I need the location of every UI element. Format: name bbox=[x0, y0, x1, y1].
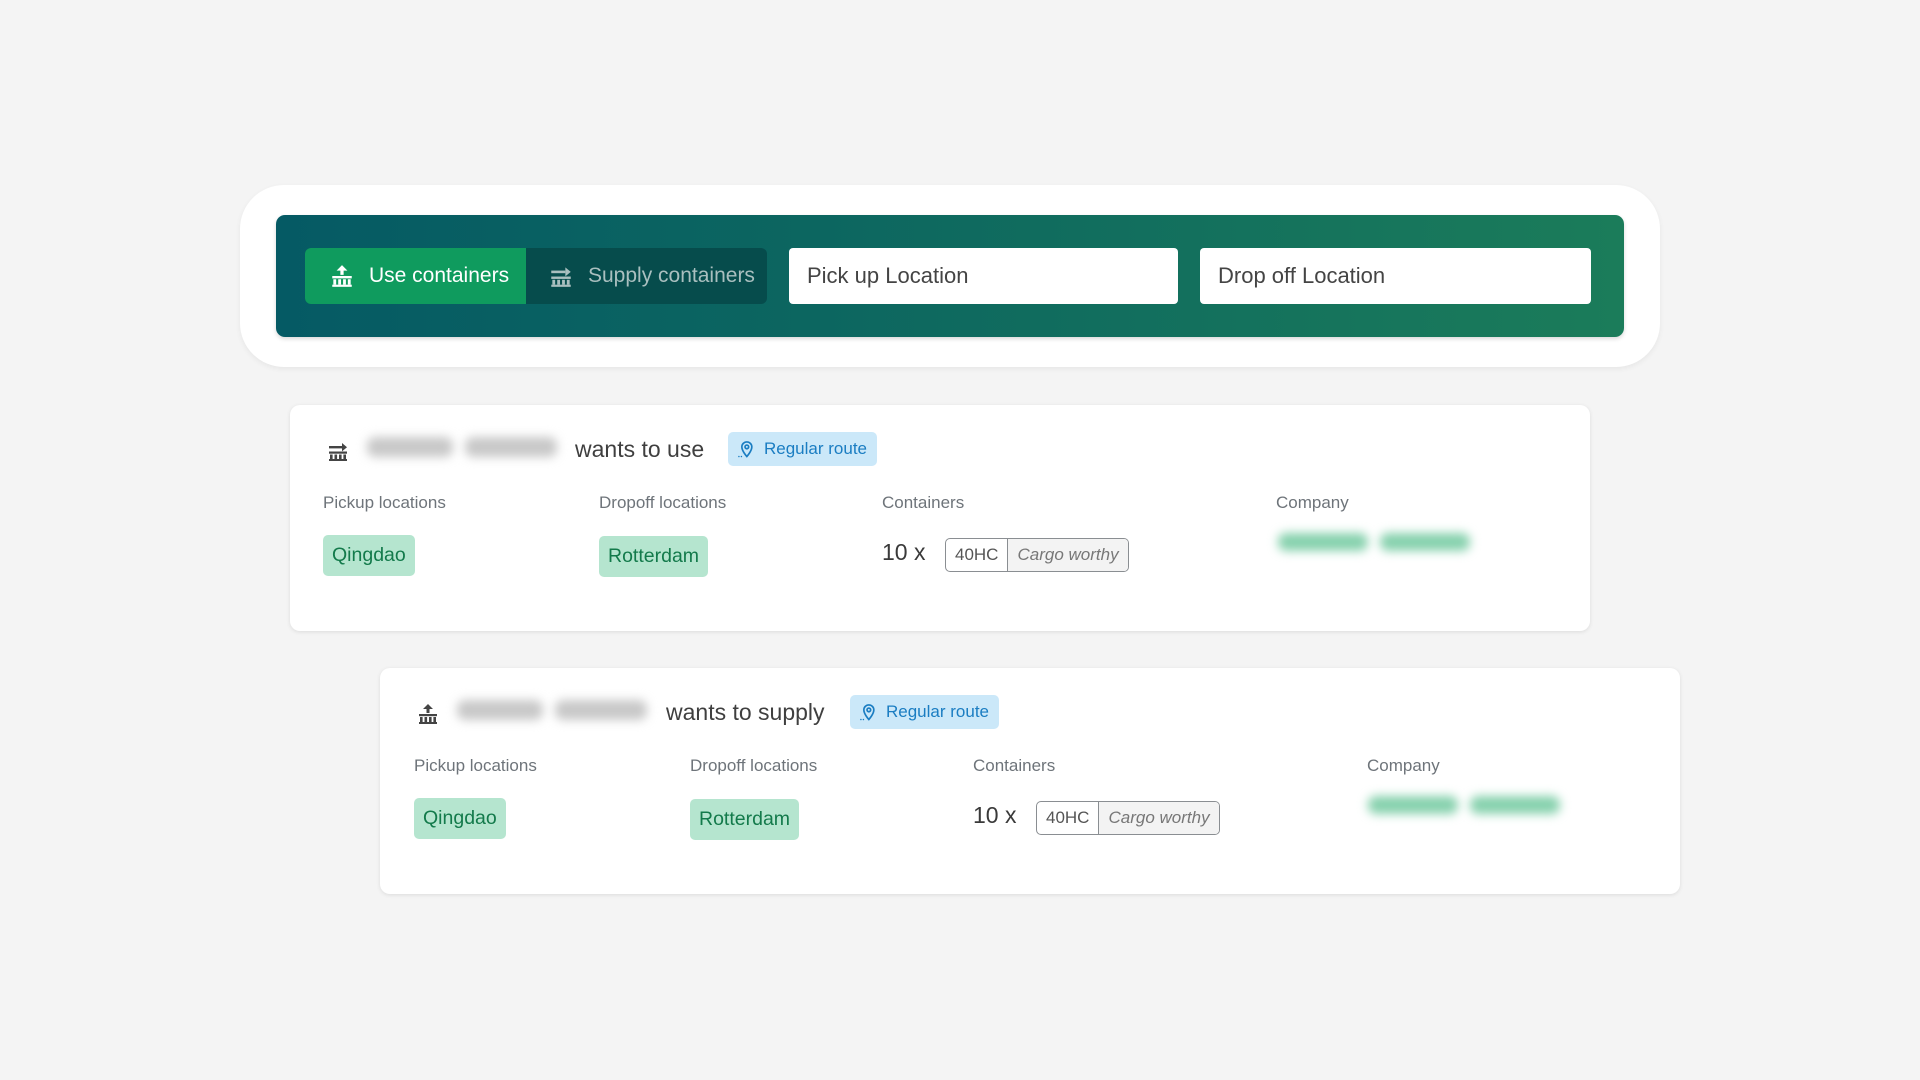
container-quantity: 10 x bbox=[973, 802, 1017, 828]
pickup-label: Pickup locations bbox=[414, 756, 537, 775]
container-size: 40HC bbox=[946, 539, 1009, 571]
listing-action: wants to supply bbox=[666, 699, 825, 725]
listing-card[interactable]: wants to use Regular route Pickup locati… bbox=[290, 405, 1590, 631]
dropoff-location-chip: Rotterdam bbox=[690, 799, 800, 840]
container-condition: Cargo worthy bbox=[1099, 802, 1219, 834]
container-type-tag: 40HC Cargo worthy bbox=[1036, 801, 1220, 835]
company-name-redacted[interactable] bbox=[1278, 533, 1470, 555]
regular-route-badge[interactable]: Regular route bbox=[850, 695, 1000, 729]
dropoff-label: Dropoff locations bbox=[690, 756, 818, 775]
container-upload-icon bbox=[419, 704, 437, 724]
dropoff-label: Dropoff locations bbox=[599, 493, 727, 512]
container-upload-icon bbox=[332, 265, 352, 287]
regular-route-badge[interactable]: Regular route bbox=[728, 432, 878, 466]
supply-containers-label: Supply containers bbox=[588, 264, 755, 287]
dropoff-location-chip: Rotterdam bbox=[599, 536, 709, 577]
container-type-tag: 40HC Cargo worthy bbox=[945, 538, 1129, 572]
container-quantity: 10 x bbox=[882, 539, 926, 565]
company-label: Company bbox=[1276, 493, 1349, 512]
pickup-location-input[interactable] bbox=[789, 248, 1178, 304]
location-pin-icon bbox=[860, 704, 875, 721]
company-label: Company bbox=[1367, 756, 1440, 775]
container-size: 40HC bbox=[1037, 802, 1100, 834]
container-forward-icon bbox=[329, 443, 347, 461]
supply-containers-button[interactable]: Supply containers bbox=[526, 248, 767, 304]
mode-toggle: Use containers Supply containers bbox=[305, 248, 767, 304]
use-containers-label: Use containers bbox=[369, 264, 510, 287]
location-pin-icon bbox=[738, 441, 753, 458]
containers-label: Containers bbox=[882, 493, 965, 512]
pickup-location-chip: Qingdao bbox=[323, 535, 415, 576]
use-containers-button[interactable]: Use containers bbox=[305, 248, 526, 304]
containers-label: Containers bbox=[973, 756, 1056, 775]
user-name-redacted bbox=[367, 437, 557, 461]
container-condition: Cargo worthy bbox=[1008, 539, 1128, 571]
user-name-redacted bbox=[457, 700, 647, 724]
badge-label: Regular route bbox=[886, 702, 990, 721]
badge-label: Regular route bbox=[764, 439, 868, 458]
dropoff-location-input[interactable] bbox=[1200, 248, 1591, 304]
container-forward-icon bbox=[551, 267, 571, 287]
pickup-location-chip: Qingdao bbox=[414, 798, 506, 839]
listing-action: wants to use bbox=[575, 436, 705, 462]
pickup-label: Pickup locations bbox=[323, 493, 446, 512]
company-name-redacted[interactable] bbox=[1368, 796, 1560, 818]
listing-card[interactable]: wants to supply Regular route Pickup loc… bbox=[380, 668, 1680, 894]
